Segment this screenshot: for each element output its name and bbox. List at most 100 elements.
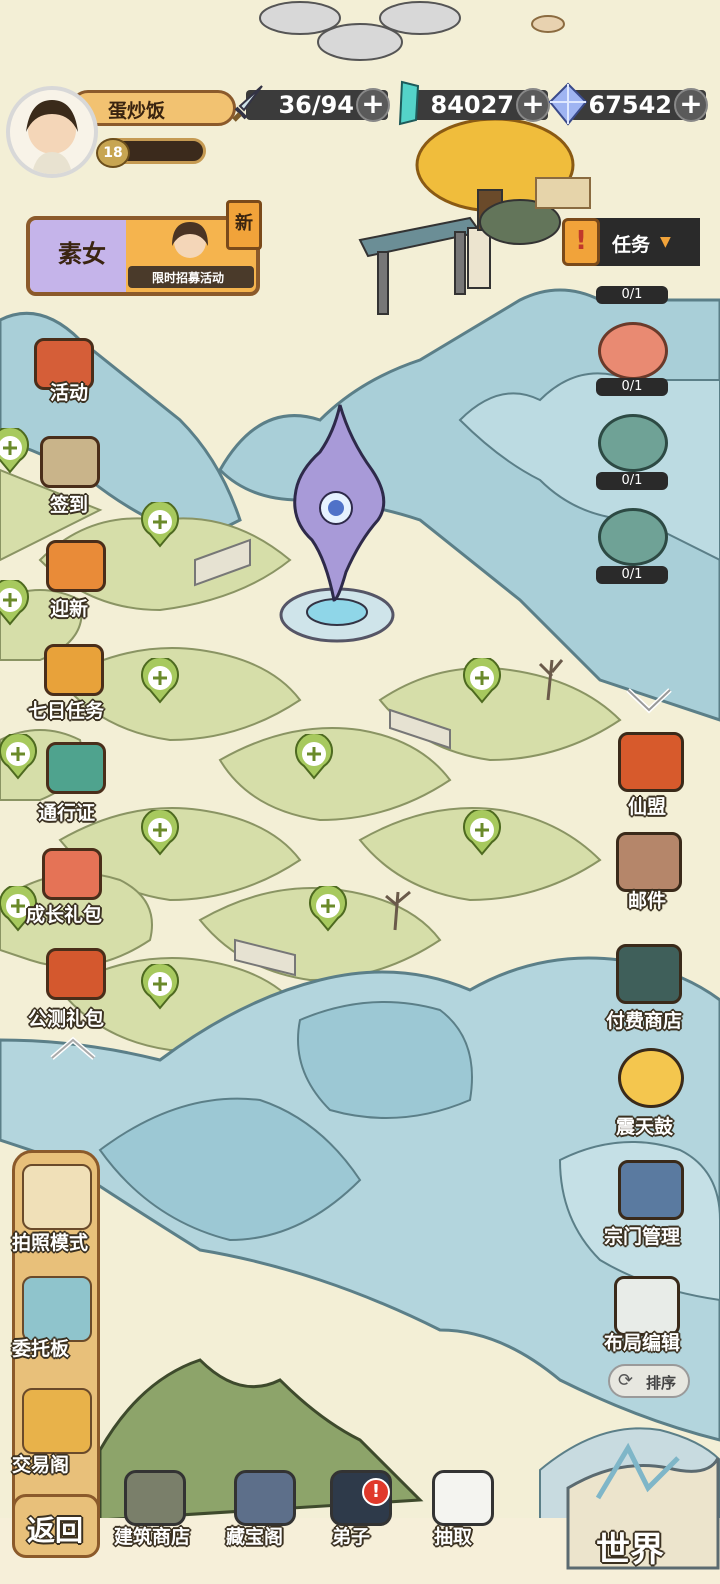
bottom-nav-item[interactable]: 抽取 xyxy=(420,1466,516,1576)
world-label: 世界 xyxy=(596,1530,664,1570)
disciple-alert-icon: ! xyxy=(362,1478,390,1506)
right-menu-item[interactable] xyxy=(614,732,688,796)
sect-manager-icon xyxy=(618,1160,684,1220)
tool-label: 委托板 xyxy=(12,1338,70,1360)
build-plot-plus-icon[interactable] xyxy=(308,884,348,932)
jade-add-button[interactable]: + xyxy=(516,88,550,122)
right-menu-label: 仙盟 xyxy=(628,796,667,818)
crystal-resource: 67542 + xyxy=(570,88,708,122)
tool-label: 交易阁 xyxy=(12,1454,70,1476)
drum-icon xyxy=(618,1048,684,1108)
quest-row-1: 0/1 xyxy=(596,378,668,396)
player-panel[interactable]: 蛋炒饭 18 xyxy=(4,84,236,184)
left-menu-item[interactable] xyxy=(36,540,124,600)
growth-gift-icon xyxy=(42,848,102,900)
event-banner-title: 素女 xyxy=(58,240,106,268)
build-plot-plus-icon[interactable] xyxy=(0,426,30,474)
right-menu-label: 邮件 xyxy=(628,890,667,912)
quest-row-0: 0/1 xyxy=(596,286,668,304)
left-menu-label: 公测礼包 xyxy=(28,1008,105,1030)
crystal-value: 67542 xyxy=(588,91,673,119)
quest-item-pavilion-a[interactable] xyxy=(598,414,668,472)
treasure-pavilion-icon xyxy=(234,1470,296,1526)
quest-item-pavilion-b[interactable] xyxy=(598,508,668,566)
quest-label: 任务 xyxy=(612,234,651,256)
right-menu-item[interactable] xyxy=(614,1048,688,1112)
tool-tile[interactable] xyxy=(22,1164,92,1230)
bottom-nav-item[interactable]: 建筑商店 xyxy=(112,1466,208,1576)
jade-resource: 84027 + xyxy=(412,88,550,122)
left-menu-label: 成长礼包 xyxy=(26,904,103,926)
expand-chevron-icon[interactable] xyxy=(48,1034,98,1062)
left-menu-item[interactable] xyxy=(36,948,124,1008)
alliance-banner-icon xyxy=(618,732,684,792)
event-new-text: 新 xyxy=(235,213,253,234)
refresh-icon: ⟳ xyxy=(618,1370,634,1391)
stamina-add-button[interactable]: + xyxy=(356,88,390,122)
left-menu-item[interactable] xyxy=(36,742,124,802)
sign-scroll-icon xyxy=(40,436,100,488)
left-menu-label: 签到 xyxy=(50,494,89,516)
tool-tile[interactable] xyxy=(22,1388,92,1454)
player-name: 蛋炒饭 xyxy=(108,100,166,122)
build-plot-plus-icon[interactable] xyxy=(462,656,502,704)
quest-row-2: 0/1 xyxy=(596,472,668,490)
sort-button[interactable]: ⟳ 排序 xyxy=(608,1364,690,1398)
quest-toggle[interactable]: ! 任务 ▼ xyxy=(562,218,700,266)
event-new-tag: 新 xyxy=(226,200,262,250)
stamina-value: 36/94 xyxy=(278,91,354,119)
right-menu-label: 布局编辑 xyxy=(604,1332,681,1354)
left-menu-label: 迎新 xyxy=(50,598,89,620)
jade-crystal-icon xyxy=(398,80,420,126)
quest-item-sword[interactable] xyxy=(598,322,668,380)
bottom-nav-item[interactable]: 藏宝阁 xyxy=(222,1466,318,1576)
spirit-crystal-icon xyxy=(548,82,588,126)
collapse-chevron-icon[interactable] xyxy=(624,684,674,718)
bottom-nav-label: 抽取 xyxy=(434,1526,473,1548)
chevron-down-icon: ▼ xyxy=(660,234,671,250)
build-plot-plus-icon[interactable] xyxy=(0,578,30,626)
building-shop-icon xyxy=(124,1470,186,1526)
build-plot-plus-icon[interactable] xyxy=(140,500,180,548)
left-menu-label: 活动 xyxy=(50,382,89,404)
build-plot-plus-icon[interactable] xyxy=(140,808,180,856)
right-menu-label: 宗门管理 xyxy=(604,1226,681,1248)
tool-label: 拍照模式 xyxy=(12,1232,89,1254)
beta-gift-icon xyxy=(46,948,106,1000)
event-banner[interactable]: 素女 限时招募活动 xyxy=(26,216,260,296)
back-button[interactable]: 返回 xyxy=(12,1494,100,1558)
right-menu-label: 震天鼓 xyxy=(616,1116,674,1138)
left-menu-item[interactable] xyxy=(34,644,122,704)
seven-welcome-icon xyxy=(46,540,106,592)
sort-label: 排序 xyxy=(646,1374,677,1392)
world-button[interactable]: 世界 xyxy=(558,1428,720,1584)
gacha-bird-icon xyxy=(432,1470,494,1526)
build-plot-plus-icon[interactable] xyxy=(294,732,334,780)
back-label: 返回 xyxy=(27,1514,84,1547)
bottom-nav-label: 建筑商店 xyxy=(114,1526,191,1548)
seven-day-icon xyxy=(44,644,104,696)
build-plot-plus-icon[interactable] xyxy=(0,732,38,780)
player-level: 18 xyxy=(103,145,123,161)
left-menu-item[interactable] xyxy=(30,436,118,496)
quest-alert-icon: ! xyxy=(562,218,600,266)
left-menu-item[interactable] xyxy=(32,848,120,908)
heroine-portrait-icon xyxy=(172,222,208,258)
right-menu-label: 付费商店 xyxy=(606,1010,683,1032)
player-avatar[interactable] xyxy=(6,86,98,178)
quest-row-3: 0/1 xyxy=(596,566,668,584)
left-menu-label: 通行证 xyxy=(38,802,96,824)
pass-medal-icon xyxy=(46,742,106,794)
right-menu-item[interactable] xyxy=(614,1160,688,1224)
build-plot-plus-icon[interactable] xyxy=(462,808,502,856)
crystal-add-button[interactable]: + xyxy=(674,88,708,122)
game-screen: 蛋炒饭 18 36/94 + 84027 + 67542 + 素女 限时招募活动… xyxy=(0,0,720,1584)
left-menu-label: 七日任务 xyxy=(28,700,105,722)
layout-edit-icon xyxy=(614,1276,680,1336)
jade-value: 84027 xyxy=(430,91,515,119)
build-plot-plus-icon[interactable] xyxy=(140,962,180,1010)
tool-tile[interactable] xyxy=(22,1276,92,1342)
right-menu-item[interactable] xyxy=(612,944,686,1008)
shop-merchant-icon xyxy=(616,944,682,1004)
build-plot-plus-icon[interactable] xyxy=(140,656,180,704)
